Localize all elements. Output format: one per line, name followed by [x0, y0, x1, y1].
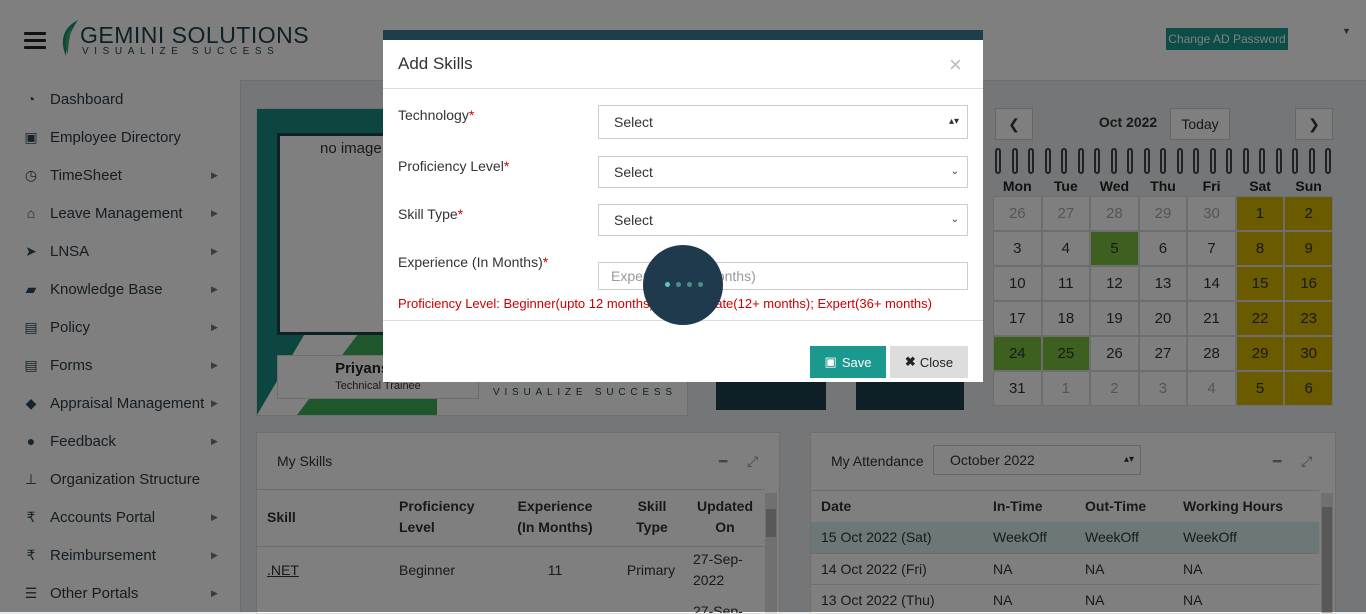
- divider: [383, 88, 983, 89]
- proficiency-level-label: Proficiency Level*: [398, 158, 510, 174]
- experience-label: Experience (In Months)*: [398, 254, 549, 270]
- chevron-down-icon: ⌄: [950, 214, 959, 225]
- technology-label: Technology*: [398, 107, 475, 123]
- skill-type-label: Skill Type*: [398, 206, 464, 222]
- save-button[interactable]: ▣ Save: [810, 346, 886, 378]
- proficiency-level-select[interactable]: Select ⌄: [598, 156, 968, 188]
- select-value: Select: [614, 164, 653, 180]
- modal-title: Add Skills: [398, 54, 473, 73]
- add-skills-modal: Add Skills × Technology* Select ▴▾ Profi…: [383, 30, 983, 382]
- close-x-icon: ✖: [904, 354, 916, 369]
- select-value: Select: [614, 114, 653, 130]
- technology-select[interactable]: Select ▴▾: [598, 105, 968, 139]
- select-caret-icon: ▴▾: [948, 116, 959, 127]
- close-icon[interactable]: ×: [949, 52, 962, 78]
- loading-spinner: [643, 245, 723, 325]
- close-button[interactable]: ✖ Close: [890, 346, 968, 378]
- chevron-down-icon: ⌄: [950, 166, 959, 177]
- select-value: Select: [614, 212, 653, 228]
- skill-type-select[interactable]: Select ⌄: [598, 204, 968, 236]
- save-icon: ▣: [824, 354, 837, 369]
